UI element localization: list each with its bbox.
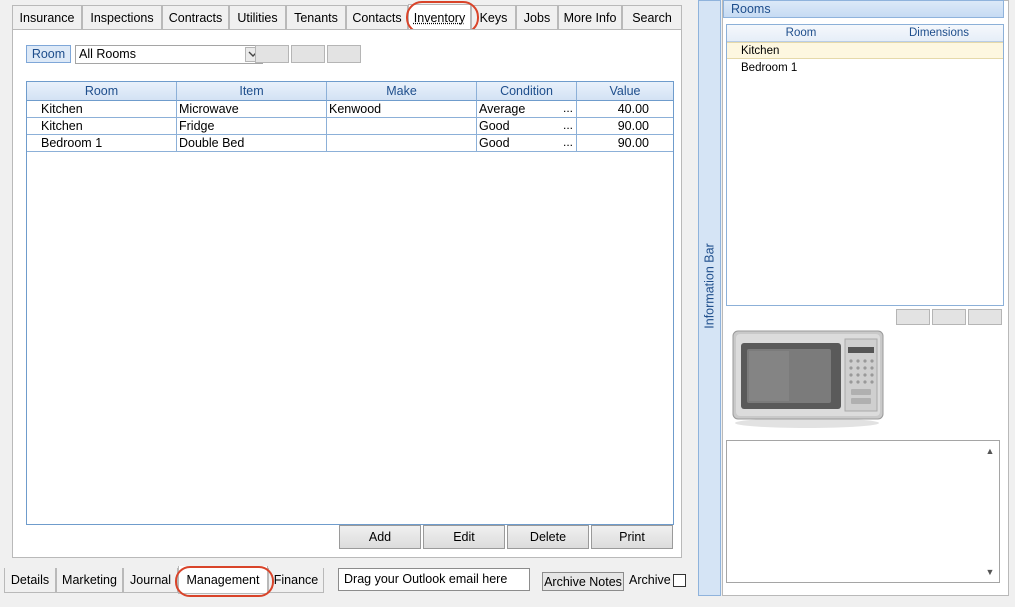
tab-keys[interactable]: Keys — [471, 5, 516, 30]
delete-button[interactable]: Delete — [507, 525, 589, 549]
archive-notes-button[interactable]: Archive Notes — [542, 572, 624, 591]
tab-inspections[interactable]: Inspections — [82, 5, 162, 30]
edit-button[interactable]: Edit — [423, 525, 505, 549]
notes-textarea[interactable]: ▲ ▼ — [726, 440, 1000, 583]
rooms-blank-button-1[interactable] — [896, 309, 930, 325]
cell-room[interactable]: Kitchen — [27, 118, 177, 135]
cell-value[interactable]: 90.00 — [577, 118, 673, 135]
condition-ellipsis-button[interactable]: ... — [563, 118, 573, 133]
tab-insurance[interactable]: Insurance — [12, 5, 82, 30]
add-button[interactable]: Add — [339, 525, 421, 549]
condition-text: Average — [479, 102, 526, 116]
room-name: Bedroom 1 — [741, 62, 798, 74]
outlook-email-drop-field[interactable]: Drag your Outlook email here — [338, 568, 530, 591]
information-bar-label-wrap: Information Bar — [701, 231, 719, 341]
tab-details[interactable]: Details — [4, 568, 56, 593]
room-select[interactable]: All Rooms — [75, 45, 263, 64]
cell-condition[interactable]: Good ... — [477, 118, 577, 135]
scroll-up-icon[interactable]: ▲ — [983, 444, 997, 458]
table-row[interactable]: Bedroom 1 Double Bed Good ... 90.00 — [27, 135, 673, 152]
room-name: Kitchen — [741, 45, 780, 57]
tab-management[interactable]: Management — [178, 566, 268, 594]
rooms-panel-title: Rooms — [723, 0, 1004, 18]
cell-make[interactable] — [327, 135, 477, 152]
tab-marketing[interactable]: Marketing — [56, 568, 123, 593]
condition-text: Good — [479, 136, 510, 150]
room-filter-button[interactable]: Room — [26, 45, 71, 63]
scroll-down-icon[interactable]: ▼ — [983, 565, 997, 579]
condition-text: Good — [479, 119, 510, 133]
cell-item[interactable]: Microwave — [177, 101, 327, 118]
room-list-item[interactable]: Bedroom 1 — [727, 60, 1003, 77]
tab-utilities[interactable]: Utilities — [229, 5, 286, 30]
cell-condition[interactable]: Good ... — [477, 135, 577, 152]
tab-contracts[interactable]: Contracts — [162, 5, 229, 30]
condition-ellipsis-button[interactable]: ... — [563, 101, 573, 116]
column-header-room[interactable]: Room — [27, 82, 177, 101]
rooms-grid: Room Dimensions Kitchen Bedroom 1 — [726, 24, 1004, 306]
column-header-make[interactable]: Make — [327, 82, 477, 101]
tab-contacts[interactable]: Contacts — [346, 5, 408, 30]
cell-condition[interactable]: Average ... — [477, 101, 577, 118]
tab-journal[interactable]: Journal — [123, 568, 178, 593]
toolbar-blank-button-1[interactable] — [255, 45, 289, 63]
tab-finance[interactable]: Finance — [268, 568, 324, 593]
column-header-item[interactable]: Item — [177, 82, 327, 101]
rooms-column-header-room[interactable]: Room — [727, 25, 875, 42]
print-button[interactable]: Print — [591, 525, 673, 549]
rooms-blank-button-3[interactable] — [968, 309, 1002, 325]
rooms-column-header-dimensions[interactable]: Dimensions — [875, 25, 1003, 42]
cell-value[interactable]: 40.00 — [577, 101, 673, 118]
cell-make[interactable]: Kenwood — [327, 101, 477, 118]
cell-item[interactable]: Double Bed — [177, 135, 327, 152]
cell-room[interactable]: Kitchen — [27, 101, 177, 118]
archive-checkbox[interactable] — [673, 574, 686, 587]
toolbar-blank-button-2[interactable] — [291, 45, 325, 63]
item-photo-microwave — [727, 321, 885, 431]
top-tab-strip: Insurance Inspections Contracts Utilitie… — [12, 4, 682, 31]
cell-make[interactable] — [327, 118, 477, 135]
room-select-value: All Rooms — [79, 47, 136, 61]
tab-inventory[interactable]: Inventory — [408, 4, 471, 31]
inventory-panel: Room All Rooms Room Item Make Condition … — [12, 29, 682, 558]
tab-search[interactable]: Search — [622, 5, 682, 30]
grid-header: Room Item Make Condition Value — [27, 82, 673, 101]
archive-label: Archive — [629, 573, 671, 587]
toolbar-blank-button-3[interactable] — [327, 45, 361, 63]
inventory-grid: Room Item Make Condition Value Kitchen M… — [26, 81, 674, 525]
rooms-blank-button-2[interactable] — [932, 309, 966, 325]
cell-value[interactable]: 90.00 — [577, 135, 673, 152]
cell-item[interactable]: Fridge — [177, 118, 327, 135]
information-bar-label: Information Bar — [703, 243, 717, 329]
room-list-item[interactable]: Kitchen — [727, 42, 1003, 59]
tab-jobs[interactable]: Jobs — [516, 5, 558, 30]
tab-tenants[interactable]: Tenants — [286, 5, 346, 30]
tab-more-info[interactable]: More Info — [558, 5, 622, 30]
table-row[interactable]: Kitchen Fridge Good ... 90.00 — [27, 118, 673, 135]
column-header-condition[interactable]: Condition — [477, 82, 577, 101]
table-row[interactable]: Kitchen Microwave Kenwood Average ... 40… — [27, 101, 673, 118]
column-header-value[interactable]: Value — [577, 82, 673, 101]
cell-room[interactable]: Bedroom 1 — [27, 135, 177, 152]
information-bar[interactable]: Information Bar — [698, 0, 721, 596]
condition-ellipsis-button[interactable]: ... — [563, 135, 573, 150]
